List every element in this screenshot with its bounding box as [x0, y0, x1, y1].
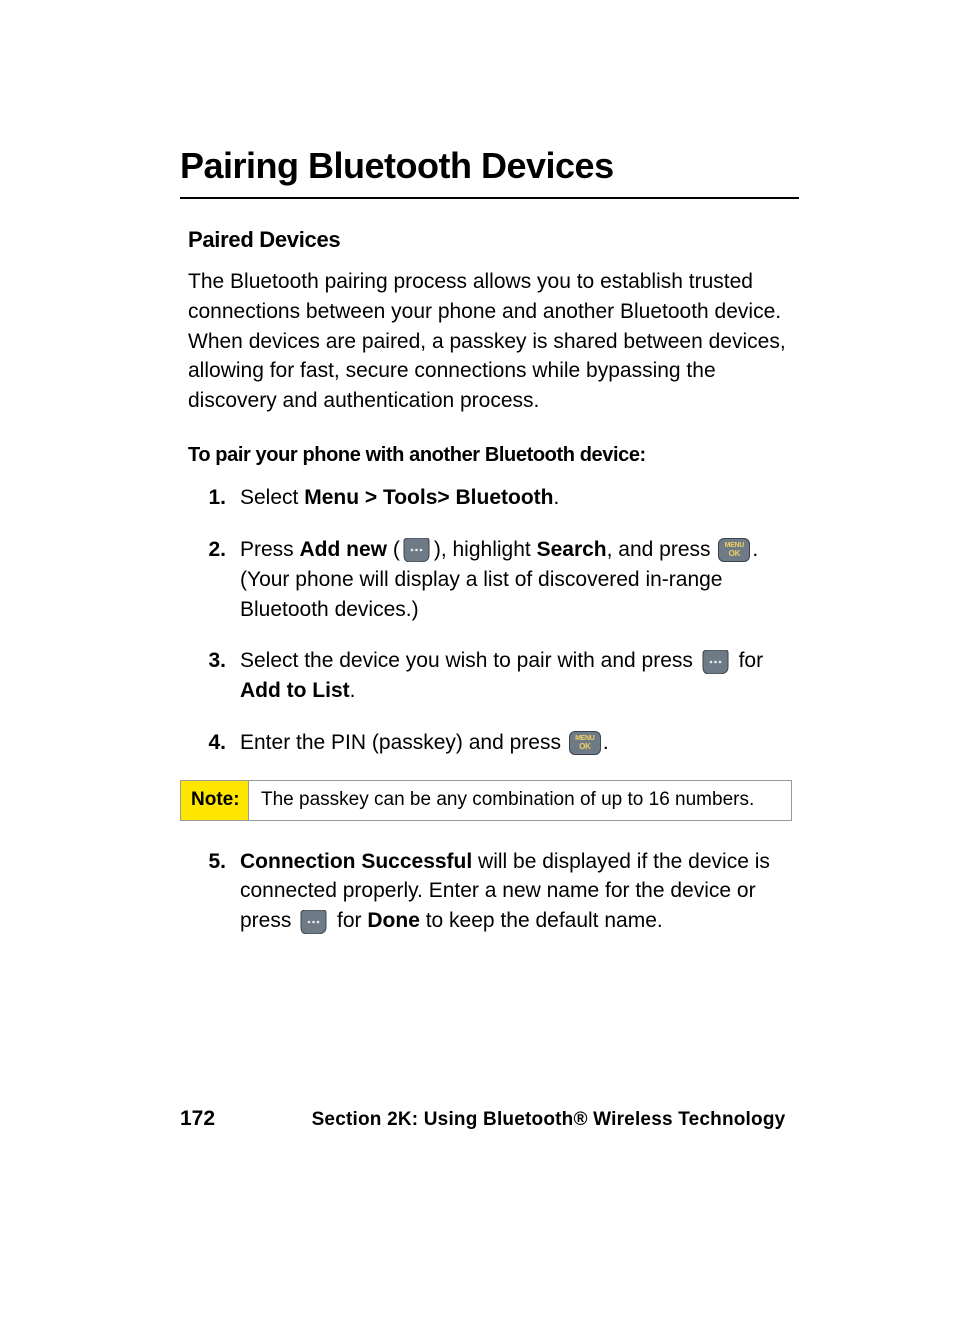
step-label-connection-successful: Connection Successful	[240, 850, 472, 873]
step-body: Enter the PIN (passkey) and press .	[240, 728, 799, 758]
step-number: 5.	[202, 847, 240, 877]
softkey-left-icon	[402, 538, 432, 562]
steps-list-continued: 5. Connection Successful will be display…	[202, 847, 799, 936]
step-number: 1.	[202, 483, 240, 513]
step-label-add-to-list: Add to List	[240, 679, 350, 702]
step-body: Press Add new ( ), highlight Search, and …	[240, 535, 799, 624]
step-body: Select Menu > Tools> Bluetooth.	[240, 483, 799, 513]
step-text: Select	[240, 486, 304, 509]
page-title: Pairing Bluetooth Devices	[180, 145, 799, 199]
step-4: 4. Enter the PIN (passkey) and press .	[202, 728, 799, 758]
step-text: .	[553, 486, 559, 509]
note-text: The passkey can be any combination of up…	[249, 781, 791, 820]
step-text: ), highlight	[434, 538, 537, 561]
page-number: 172	[180, 1107, 300, 1131]
step-body: Select the device you wish to pair with …	[240, 646, 799, 706]
page-footer: 172 Section 2K: Using Bluetooth® Wireles…	[180, 1107, 797, 1131]
note-box: Note: The passkey can be any combination…	[180, 780, 792, 821]
step-text: to keep the default name.	[420, 909, 663, 932]
step-5: 5. Connection Successful will be display…	[202, 847, 799, 936]
step-number: 3.	[202, 646, 240, 676]
menu-ok-icon	[718, 538, 750, 562]
step-label-done: Done	[367, 909, 420, 932]
intro-paragraph: The Bluetooth pairing process allows you…	[188, 267, 799, 416]
step-label-add-new: Add new	[300, 538, 388, 561]
softkey-left-icon	[299, 910, 329, 934]
step-number: 4.	[202, 728, 240, 758]
step-body: Connection Successful will be displayed …	[240, 847, 799, 936]
footer-section-text: Section 2K: Using Bluetooth® Wireless Te…	[300, 1109, 797, 1131]
step-text: for	[331, 909, 367, 932]
step-text: .	[350, 679, 356, 702]
step-text: Select the device you wish to pair with …	[240, 649, 699, 672]
step-text: .	[603, 731, 609, 754]
steps-list: 1. Select Menu > Tools> Bluetooth. 2. Pr…	[202, 483, 799, 758]
menu-ok-icon	[569, 731, 601, 755]
subheading: To pair your phone with another Bluetoot…	[188, 444, 799, 467]
step-menu-path: Menu > Tools> Bluetooth	[304, 486, 553, 509]
step-label-search: Search	[537, 538, 607, 561]
step-1: 1. Select Menu > Tools> Bluetooth.	[202, 483, 799, 513]
step-text: , and press	[607, 538, 717, 561]
softkey-left-icon	[701, 650, 731, 674]
step-text: Enter the PIN (passkey) and press	[240, 731, 567, 754]
step-3: 3. Select the device you wish to pair wi…	[202, 646, 799, 706]
section-heading: Paired Devices	[188, 227, 799, 253]
step-text: (	[387, 538, 400, 561]
step-number: 2.	[202, 535, 240, 565]
step-text: for	[733, 649, 763, 672]
step-2: 2. Press Add new ( ), highlight Search, a…	[202, 535, 799, 624]
note-label: Note:	[181, 781, 249, 820]
step-text: Press	[240, 538, 300, 561]
